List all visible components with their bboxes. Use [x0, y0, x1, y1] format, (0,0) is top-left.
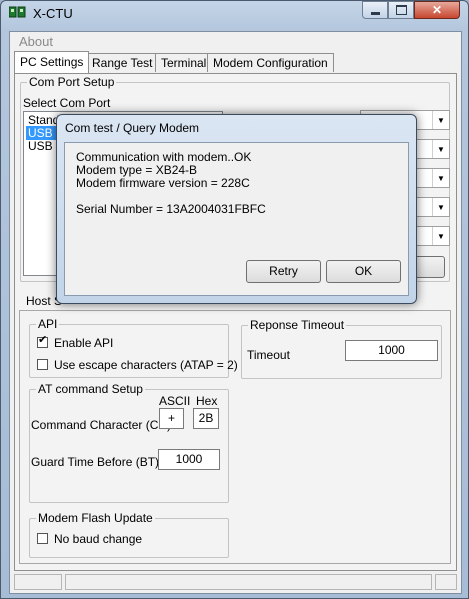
window-title: X-CTU: [33, 6, 73, 21]
dialog-body: Communication with modem..OK Modem type …: [64, 142, 409, 296]
chevron-down-icon: ▼: [432, 169, 449, 187]
chevron-down-icon: ▼: [432, 227, 449, 245]
tab-modem-configuration[interactable]: Modem Configuration: [207, 53, 334, 72]
minimize-icon: [370, 11, 380, 15]
api-group-title: API: [36, 317, 60, 331]
timeout-label: Timeout: [247, 348, 290, 362]
dialog-title: Com test / Query Modem: [65, 121, 200, 135]
cc-label: Command Character (CC): [31, 418, 172, 432]
check-icon: ✔: [38, 334, 48, 346]
hex-header: Hex: [196, 394, 218, 408]
tab-pc-settings[interactable]: PC Settings: [14, 51, 90, 73]
tab-terminal[interactable]: Terminal: [155, 53, 213, 72]
chevron-down-icon: ▼: [432, 140, 449, 158]
com-port-setup-title: Com Port Setup: [27, 75, 117, 89]
bt-label: Guard Time Before (BT): [31, 455, 160, 469]
no-baud-change-label: No baud change: [54, 532, 143, 546]
cc-ascii-field[interactable]: +: [159, 408, 184, 429]
enable-api-label: Enable API: [54, 336, 114, 350]
bt-field[interactable]: 1000: [158, 449, 220, 470]
chevron-down-icon: ▼: [432, 198, 449, 216]
close-icon: ✕: [431, 3, 443, 17]
retry-button[interactable]: Retry: [246, 260, 321, 283]
at-command-title: AT command Setup: [36, 382, 145, 396]
timeout-field[interactable]: 1000: [345, 340, 438, 361]
maximize-icon: [395, 5, 407, 15]
title-bar[interactable]: X-CTU ✕: [1, 1, 468, 25]
status-cell: [435, 574, 457, 590]
app-icon: [8, 6, 27, 18]
status-cell: [14, 574, 62, 590]
dialog-line: Modem type = XB24-B: [76, 163, 198, 177]
status-bar: [10, 572, 461, 592]
dialog-line: Modem firmware version = 228C: [76, 176, 250, 190]
maximize-button[interactable]: [388, 1, 414, 19]
select-com-port-label: Select Com Port: [23, 96, 111, 110]
ok-button[interactable]: OK: [326, 260, 401, 283]
dialog-line: Serial Number = 13A2004031FBFC: [76, 202, 266, 216]
menu-bar: About: [10, 32, 461, 50]
query-modem-dialog: Com test / Query Modem Communication wit…: [56, 114, 417, 304]
close-button[interactable]: ✕: [414, 1, 460, 19]
enable-api-checkbox[interactable]: ✔: [37, 334, 48, 348]
ascii-header: ASCII: [159, 394, 191, 408]
response-timeout-title: Reponse Timeout: [248, 318, 347, 332]
dialog-line: Communication with modem..OK: [76, 150, 252, 164]
status-cell: [65, 574, 432, 590]
menu-about[interactable]: About: [19, 34, 53, 49]
cc-hex-field[interactable]: 2B: [193, 408, 219, 429]
chevron-down-icon: ▼: [432, 111, 449, 129]
escape-chars-label: Use escape characters (ATAP = 2): [54, 358, 238, 372]
tab-range-test[interactable]: Range Test: [86, 53, 159, 72]
modem-flash-title: Modem Flash Update: [36, 511, 155, 525]
minimize-button[interactable]: [362, 1, 388, 19]
no-baud-change-checkbox[interactable]: [37, 533, 48, 544]
escape-chars-checkbox[interactable]: [37, 359, 48, 370]
